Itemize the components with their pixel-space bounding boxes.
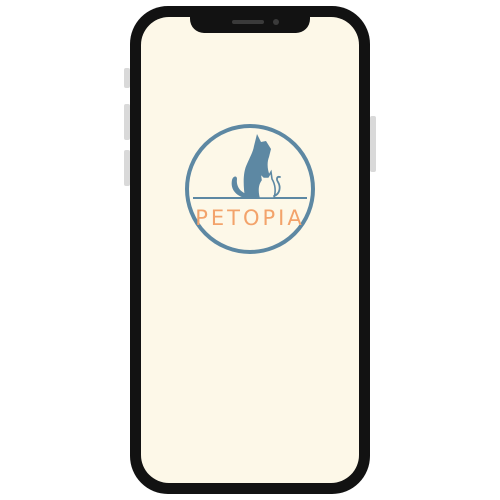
- power-button: [370, 116, 376, 172]
- front-camera: [273, 19, 279, 25]
- app-logo: PETOPIA: [185, 124, 315, 254]
- splash-screen: PETOPIA: [141, 17, 359, 483]
- mockup-stage: PETOPIA: [0, 0, 500, 500]
- speaker-grille: [232, 20, 264, 24]
- app-name: PETOPIA: [195, 206, 305, 230]
- dog-and-cat-silhouette-icon: [185, 124, 315, 254]
- notch: [190, 17, 310, 33]
